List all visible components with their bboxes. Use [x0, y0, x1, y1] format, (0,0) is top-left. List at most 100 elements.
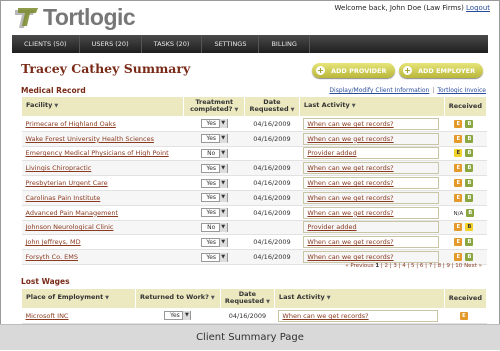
wage-date-cell: 04/16/2009 — [220, 308, 275, 324]
na-label: N/A — [453, 210, 464, 217]
facility-cell[interactable]: Wake Forest University Health Sciences — [21, 131, 184, 147]
records-received-icon[interactable]: E — [454, 134, 463, 143]
pager-next[interactable]: Next » — [464, 263, 482, 269]
treatment-select[interactable]: Yes ▼ — [200, 252, 228, 262]
activity-link[interactable]: When can we get records? — [303, 177, 440, 190]
employer-cell[interactable]: Microsoft INC — [21, 308, 136, 324]
modify-client-info-link[interactable]: Display/Modify Client Information — [329, 87, 429, 94]
billing-received-icon[interactable]: B — [465, 238, 474, 247]
nav-item-users[interactable]: USERS (20) — [80, 35, 142, 53]
facility-cell[interactable]: John Jeffreys, MD — [21, 234, 184, 251]
activity-cell: When can we get records? — [299, 190, 445, 206]
treatment-select[interactable]: Yes ▼ — [200, 119, 228, 129]
date-cell — [244, 146, 300, 162]
facility-link[interactable]: Forsyth Co. EMS — [26, 253, 79, 261]
facility-cell[interactable]: Primecare of Highland Oaks — [21, 116, 184, 132]
facility-link[interactable]: Advanced Pain Management — [26, 209, 119, 217]
nav-item-clients[interactable]: CLIENTS (50) — [12, 35, 80, 53]
treatment-select[interactable]: Yes ▼ — [200, 193, 228, 203]
records-received-icon[interactable]: E — [454, 149, 463, 158]
activity-link[interactable]: Provider added — [303, 221, 440, 234]
treatment-select[interactable]: Yes ▼ — [200, 237, 228, 247]
billing-received-icon[interactable]: B — [466, 208, 475, 217]
billing-received-icon[interactable]: B — [465, 223, 474, 232]
col-treatment[interactable]: Treatment completed? ▼ — [183, 96, 246, 117]
col-date[interactable]: Date Requested ▼ — [244, 96, 300, 117]
treatment-select[interactable]: Yes ▼ — [200, 208, 228, 218]
billing-received-icon[interactable]: B — [465, 149, 474, 158]
facility-link[interactable]: Primecare of Highland Oaks — [26, 120, 116, 128]
chevron-down-icon: ▼ — [218, 252, 227, 262]
col-activity[interactable]: Last Activity ▼ — [298, 96, 445, 117]
received-cell: EB — [444, 234, 487, 251]
records-received-icon[interactable]: E — [454, 119, 463, 128]
pager-pages[interactable]: | 2 | 3 | 4 | 5 | 6 | 7 | 8 | 9 | 10 — [381, 263, 462, 269]
billing-received-icon[interactable]: B — [465, 164, 474, 173]
facility-cell[interactable]: Carolinas Pain Institute — [21, 190, 184, 206]
pager-prev[interactable]: « Previous — [345, 263, 373, 269]
treatment-cell: Yes ▼ — [183, 205, 245, 221]
billing-received-icon[interactable]: B — [465, 134, 474, 143]
activity-link[interactable]: When can we get records? — [303, 132, 440, 145]
billing-received-icon[interactable]: B — [465, 193, 474, 202]
records-received-icon[interactable]: E — [454, 238, 463, 247]
facility-link[interactable]: Livingis Chiropractic — [26, 164, 92, 172]
nav-item-settings[interactable]: SETTINGS — [202, 35, 260, 53]
facility-cell[interactable]: Forsyth Co. EMS — [21, 249, 184, 265]
activity-link[interactable]: When can we get records? — [303, 251, 440, 264]
records-received-icon[interactable]: E — [459, 311, 468, 320]
facility-link[interactable]: Carolinas Pain Institute — [26, 194, 101, 202]
activity-link[interactable]: When can we get records? — [303, 191, 440, 204]
facility-cell[interactable]: Advanced Pain Management — [21, 205, 184, 221]
col-wage-activity[interactable]: Last Activity ▼ — [273, 288, 445, 309]
col-facility[interactable]: Facility ▼ — [20, 96, 185, 117]
treatment-select[interactable]: Yes ▼ — [200, 134, 228, 144]
billing-received-icon[interactable]: B — [465, 119, 474, 128]
pagination: « Previous 1 | 2 | 3 | 4 | 5 | 6 | 7 | 8… — [345, 263, 482, 269]
logout-link[interactable]: Logout — [466, 4, 490, 12]
add-provider-label: ADD PROVIDER — [331, 66, 387, 75]
billing-received-icon[interactable]: B — [465, 253, 474, 262]
billing-received-icon[interactable]: B — [465, 179, 474, 188]
medical-record-table: Facility ▼ Treatment completed? ▼ Date Req… — [20, 96, 488, 265]
col-wage-date[interactable]: Date Requested ▼ — [219, 288, 275, 309]
treatment-cell: Yes ▼ — [183, 249, 245, 265]
add-provider-button[interactable]: + ADD PROVIDER — [312, 63, 395, 78]
table-row: Primecare of Highland Oaks Yes ▼ 04/16/2009… — [21, 116, 487, 132]
activity-link[interactable]: When can we get records? — [303, 206, 440, 219]
facility-cell[interactable]: Presbyterian Urgent Care — [21, 175, 184, 191]
treatment-select[interactable]: No ▼ — [200, 222, 228, 232]
activity-cell: Provider added — [299, 146, 445, 162]
facility-link[interactable]: Johnson Neurological Clinic — [26, 223, 114, 231]
chevron-down-icon: ▼ — [218, 208, 227, 218]
activity-link[interactable]: Provider added — [303, 147, 440, 160]
facility-cell[interactable]: Johnson Neurological Clinic — [21, 220, 184, 236]
treatment-select[interactable]: Yes ▼ — [200, 163, 228, 173]
returned-select[interactable]: Yes ▼ — [164, 311, 192, 321]
invoice-link[interactable]: Tortlogic Invoice — [437, 87, 486, 94]
records-received-icon[interactable]: E — [454, 193, 463, 202]
received-cell: EB — [444, 131, 487, 147]
facility-link[interactable]: Wake Forest University Health Sciences — [26, 135, 154, 143]
records-received-icon[interactable]: E — [454, 253, 463, 262]
treatment-select[interactable]: Yes ▼ — [200, 178, 228, 188]
col-employer[interactable]: Place of Employment ▼ — [20, 288, 137, 309]
records-received-icon[interactable]: E — [454, 223, 463, 232]
records-received-icon[interactable]: E — [454, 179, 463, 188]
facility-cell[interactable]: Livingis Chiropractic — [21, 160, 184, 177]
employer-link[interactable]: Microsoft INC — [26, 312, 69, 320]
nav-item-billing[interactable]: BILLING — [259, 35, 310, 53]
facility-link[interactable]: Emergency Medical Physicians of High Poi… — [26, 149, 169, 157]
records-received-icon[interactable]: E — [454, 164, 463, 173]
activity-link[interactable]: When can we get records? — [303, 162, 440, 175]
col-returned[interactable]: Returned to Work? ▼ — [135, 288, 221, 309]
wage-activity-link[interactable]: When can we get records? — [278, 309, 439, 322]
add-employer-button[interactable]: + ADD EMPLOYER — [399, 63, 484, 78]
facility-link[interactable]: Presbyterian Urgent Care — [26, 179, 108, 187]
treatment-select[interactable]: No ▼ — [200, 148, 228, 158]
facility-link[interactable]: John Jeffreys, MD — [26, 238, 81, 246]
activity-link[interactable]: When can we get records? — [303, 236, 440, 249]
facility-cell[interactable]: Emergency Medical Physicians of High Poi… — [21, 146, 184, 162]
nav-item-tasks[interactable]: TASKS (20) — [142, 35, 203, 53]
activity-link[interactable]: When can we get records? — [303, 117, 440, 130]
